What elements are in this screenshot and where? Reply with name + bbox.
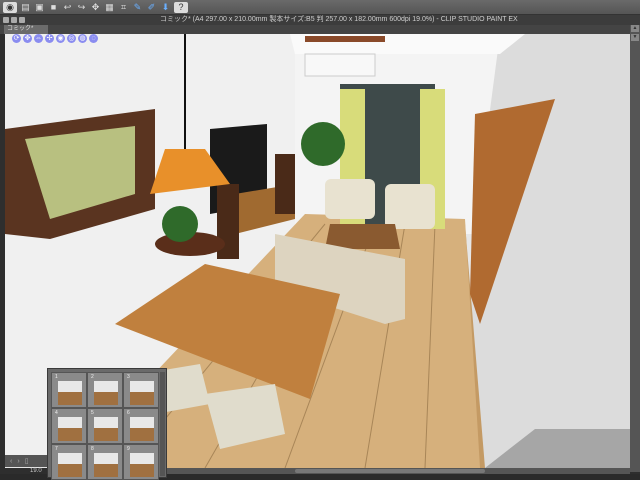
- camera-angle-panel: 1 2 3 4 5 6 7 8 9: [47, 368, 167, 480]
- open-icon[interactable]: ▣: [34, 2, 45, 13]
- maximize-icon[interactable]: [19, 17, 25, 23]
- redo-icon[interactable]: ↪: [76, 2, 87, 13]
- scroll-up-icon[interactable]: ▲: [631, 25, 639, 32]
- tab-comic[interactable]: コミック*: [4, 25, 48, 34]
- snap-icon[interactable]: ▦: [104, 2, 115, 13]
- new-icon[interactable]: ▤: [20, 2, 31, 13]
- armchair-right: [385, 184, 435, 229]
- page-nav: ‹ › ▯: [5, 455, 47, 467]
- camera-thumbnail[interactable]: 5: [87, 408, 123, 444]
- armchair-left: [325, 179, 375, 219]
- fill-icon[interactable]: ⬇: [160, 2, 171, 13]
- close-icon[interactable]: [3, 17, 9, 23]
- camera-preset-icon[interactable]: ◉: [56, 34, 65, 43]
- speaker: [275, 154, 295, 214]
- camera-preset-icon[interactable]: ◍: [78, 34, 87, 43]
- page-icon[interactable]: ▯: [25, 457, 29, 465]
- camera-thumbnail[interactable]: 1: [51, 372, 87, 408]
- window-title: コミック* (A4 297.00 x 210.00mm 製本サイズ:B5 判 2…: [160, 16, 518, 23]
- tab-row: コミック*: [0, 25, 640, 34]
- camera-preset-icon[interactable]: ◌: [89, 34, 98, 43]
- next-icon[interactable]: ›: [17, 458, 19, 465]
- save-icon[interactable]: ■: [48, 2, 59, 13]
- panel-scrollbar[interactable]: [160, 372, 165, 476]
- prev-icon[interactable]: ‹: [10, 458, 12, 465]
- zoom-camera-icon[interactable]: ⇔: [34, 34, 43, 43]
- undo-icon[interactable]: ↩: [62, 2, 73, 13]
- move-camera-icon[interactable]: ✥: [23, 34, 32, 43]
- coffee-table: [325, 224, 400, 249]
- camera-thumbnail[interactable]: 6: [123, 408, 159, 444]
- minimize-icon[interactable]: [11, 17, 17, 23]
- air-conditioner: [304, 53, 376, 77]
- camera-thumbnail[interactable]: 9: [123, 444, 159, 480]
- camera-thumbnail[interactable]: 4: [51, 408, 87, 444]
- transform-icon[interactable]: ✥: [90, 2, 101, 13]
- camera-thumbnail[interactable]: 7: [51, 444, 87, 480]
- ceiling-light: [305, 36, 385, 42]
- ruler-icon[interactable]: ⌗: [118, 2, 129, 13]
- rotate-camera-icon[interactable]: ⟳: [12, 34, 21, 43]
- title-bar: コミック* (A4 297.00 x 210.00mm 製本サイズ:B5 判 2…: [0, 15, 640, 25]
- help-icon[interactable]: ?: [174, 1, 188, 13]
- pan-icon[interactable]: ✢: [45, 34, 54, 43]
- scroll-down-icon[interactable]: ▼: [631, 34, 639, 41]
- camera-thumbnail[interactable]: 8: [87, 444, 123, 480]
- tall-plant: [301, 122, 345, 166]
- main-toolbar: ◉ ▤ ▣ ■ ↩ ↪ ✥ ▦ ⌗ ✎ ✐ ⬇ ?: [0, 0, 640, 15]
- pen-icon[interactable]: ✎: [132, 2, 143, 13]
- clip-studio-icon[interactable]: ◉: [3, 1, 17, 13]
- vertical-scrollbar[interactable]: ▲ ▼: [630, 25, 640, 472]
- scroll-thumb[interactable]: [295, 469, 485, 473]
- camera-preset-icon[interactable]: ◎: [67, 34, 76, 43]
- brush-icon[interactable]: ✐: [146, 2, 157, 13]
- camera-thumbnail[interactable]: 3: [123, 372, 159, 408]
- camera-thumbnail[interactable]: 2: [87, 372, 123, 408]
- 3d-nav-icons: ⟳ ✥ ⇔ ✢ ◉ ◎ ◍ ◌: [12, 34, 98, 43]
- plant: [162, 206, 198, 242]
